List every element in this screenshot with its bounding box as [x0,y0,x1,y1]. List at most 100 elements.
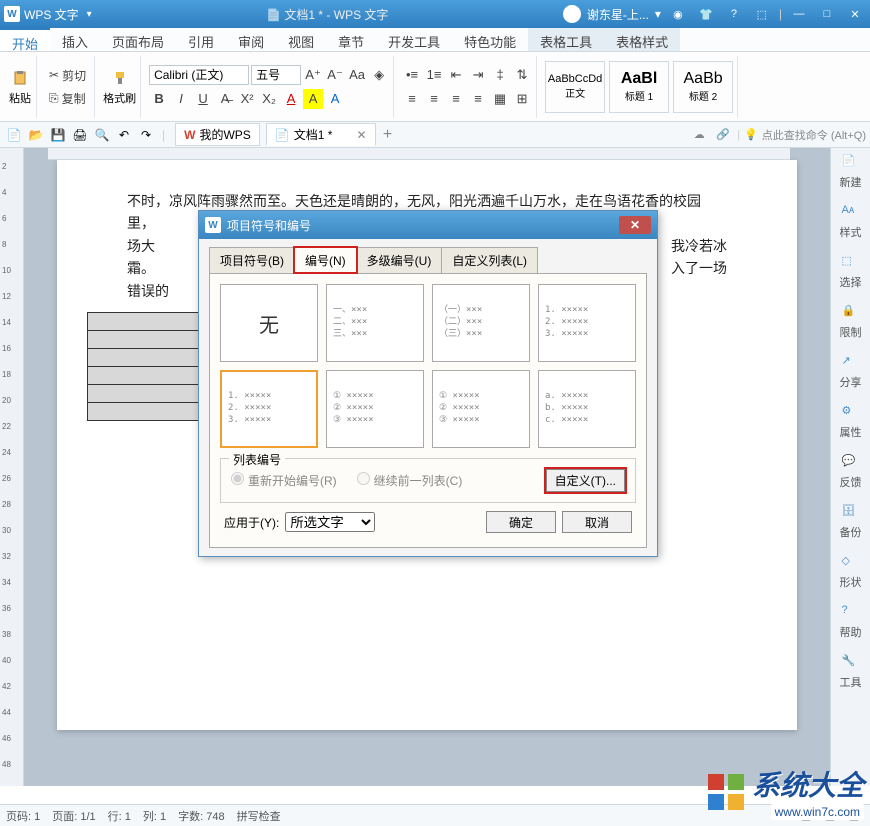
borders-button[interactable]: ⊞ [512,89,532,109]
shading-button[interactable]: ▦ [490,89,510,109]
tab-view[interactable]: 视图 [276,28,326,51]
change-case-icon[interactable]: Aa [347,65,367,85]
print-preview-icon[interactable]: 🔍 [92,125,112,145]
font-color-button[interactable]: A [281,89,301,109]
options-icon[interactable]: ⬚ [751,5,773,23]
customize-button[interactable]: 自定义(T)... [546,469,625,492]
sidebar-help[interactable]: ?帮助 [840,604,862,640]
sidebar-backup[interactable]: 🗄备份 [840,504,862,540]
tab-developer[interactable]: 开发工具 [376,28,452,51]
cloud-icon[interactable]: ☁ [689,125,709,145]
print-icon[interactable]: 🖨 [70,125,90,145]
dialog-title-bar[interactable]: W 项目符号和编号 ✕ [199,211,657,239]
italic-button[interactable]: I [171,89,191,109]
status-page-total[interactable]: 页面: 1/1 [52,808,95,824]
tab-features[interactable]: 特色功能 [452,28,528,51]
sidebar-new[interactable]: 📄新建 [840,154,862,190]
sidebar-feedback[interactable]: 💬反馈 [840,454,862,490]
dialog-tab-bullets[interactable]: 项目符号(B) [209,247,295,273]
apply-to-select[interactable]: 所选文字 [285,512,375,532]
indent-decrease-button[interactable]: ⇤ [446,65,466,85]
maximize-button[interactable]: □ [816,5,838,23]
tab-insert[interactable]: 插入 [50,28,100,51]
font-select[interactable] [149,65,249,85]
redo-icon[interactable]: ↷ [136,125,156,145]
share-icon[interactable]: 🔗 [713,125,733,145]
tab-references[interactable]: 引用 [176,28,226,51]
style-heading1[interactable]: AaBl 标题 1 [609,61,669,113]
tab-page-layout[interactable]: 页面布局 [100,28,176,51]
align-justify-button[interactable]: ≡ [468,89,488,109]
format-painter-button[interactable] [108,68,132,88]
dialog-tab-numbering[interactable]: 编号(N) [294,247,357,273]
style-arabic-1[interactable]: 1. ×××××2. ×××××3. ××××× [538,284,636,362]
dialog-tab-custom-list[interactable]: 自定义列表(L) [441,247,538,273]
decrease-font-icon[interactable]: A⁻ [325,65,345,85]
doc-tab-wps[interactable]: W 我的WPS [175,123,260,146]
user-avatar-icon[interactable] [563,5,581,23]
tab-review[interactable]: 审阅 [226,28,276,51]
browser-icon[interactable]: ◉ [667,5,689,23]
status-page-num[interactable]: 页码: 1 [6,808,40,824]
ok-button[interactable]: 确定 [486,511,556,533]
sidebar-shapes[interactable]: ◇形状 [840,554,862,590]
sidebar-style[interactable]: Aᴀ样式 [840,204,862,240]
align-right-button[interactable]: ≡ [446,89,466,109]
tab-start[interactable]: 开始 [0,28,50,51]
radio-continue[interactable]: 继续前一列表(C) [357,472,463,489]
sidebar-select[interactable]: ⬚选择 [840,254,862,290]
clear-format-icon[interactable]: ◈ [369,65,389,85]
style-chinese-paren[interactable]: （一）×××（二）×××（三）××× [432,284,530,362]
dialog-close-button[interactable]: ✕ [619,216,651,234]
help-icon[interactable]: ? [723,5,745,23]
sort-button[interactable]: ⇅ [512,65,532,85]
style-alpha[interactable]: a. ×××××b. ×××××c. ××××× [538,370,636,448]
bullet-list-button[interactable]: •≡ [402,65,422,85]
font-size-select[interactable] [251,65,301,85]
copy-button[interactable]: ⎘复制 [45,88,90,109]
highlight-button[interactable]: A [303,89,323,109]
tab-table-styles[interactable]: 表格样式 [604,28,680,51]
sidebar-restrict[interactable]: 🔒限制 [840,304,862,340]
tab-table-tools[interactable]: 表格工具 [528,28,604,51]
minimize-button[interactable]: — [788,5,810,23]
text-effects-button[interactable]: A [325,89,345,109]
status-words[interactable]: 字数: 748 [178,808,224,824]
cut-button[interactable]: ✂剪切 [45,65,90,86]
superscript-button[interactable]: X² [237,89,257,109]
open-icon[interactable]: 📂 [26,125,46,145]
underline-button[interactable]: U [193,89,213,109]
user-dropdown-icon[interactable]: ▾ [655,7,661,21]
save-icon[interactable]: 💾 [48,125,68,145]
undo-icon[interactable]: ↶ [114,125,134,145]
style-normal[interactable]: AaBbCcDd 正文 [545,61,605,113]
new-icon[interactable]: 📄 [4,125,24,145]
bold-button[interactable]: B [149,89,169,109]
subscript-button[interactable]: X₂ [259,89,279,109]
indent-increase-button[interactable]: ⇥ [468,65,488,85]
doc-tab-doc1[interactable]: 📄 文档1 * ✕ [266,123,376,146]
radio-restart[interactable]: 重新开始编号(R) [231,472,337,489]
style-circled-1[interactable]: ① ×××××② ×××××③ ××××× [326,370,424,448]
user-name[interactable]: 谢东星-上... [587,6,649,23]
sidebar-tools[interactable]: 🔧工具 [840,654,862,690]
search-command-hint[interactable]: 点此查找命令 (Alt+Q) [762,127,866,143]
cancel-button[interactable]: 取消 [562,511,632,533]
style-arabic-2[interactable]: 1. ×××××2. ×××××3. ××××× [220,370,318,448]
strikethrough-button[interactable]: A̶ [215,89,235,109]
style-circled-2[interactable]: ① ×××××② ×××××③ ××××× [432,370,530,448]
increase-font-icon[interactable]: A⁺ [303,65,323,85]
paste-button[interactable] [8,68,32,88]
add-tab-icon[interactable]: + [378,125,398,145]
shirt-icon[interactable]: 👕 [695,5,717,23]
align-center-button[interactable]: ≡ [424,89,444,109]
style-heading2[interactable]: AaBb 标题 2 [673,61,733,113]
style-none[interactable]: 无 [220,284,318,362]
number-list-button[interactable]: 1≡ [424,65,444,85]
dialog-tab-multilevel[interactable]: 多级编号(U) [356,247,443,273]
line-spacing-button[interactable]: ‡ [490,65,510,85]
sidebar-properties[interactable]: ⚙属性 [840,404,862,440]
close-tab-icon[interactable]: ✕ [356,128,366,142]
tab-section[interactable]: 章节 [326,28,376,51]
align-left-button[interactable]: ≡ [402,89,422,109]
